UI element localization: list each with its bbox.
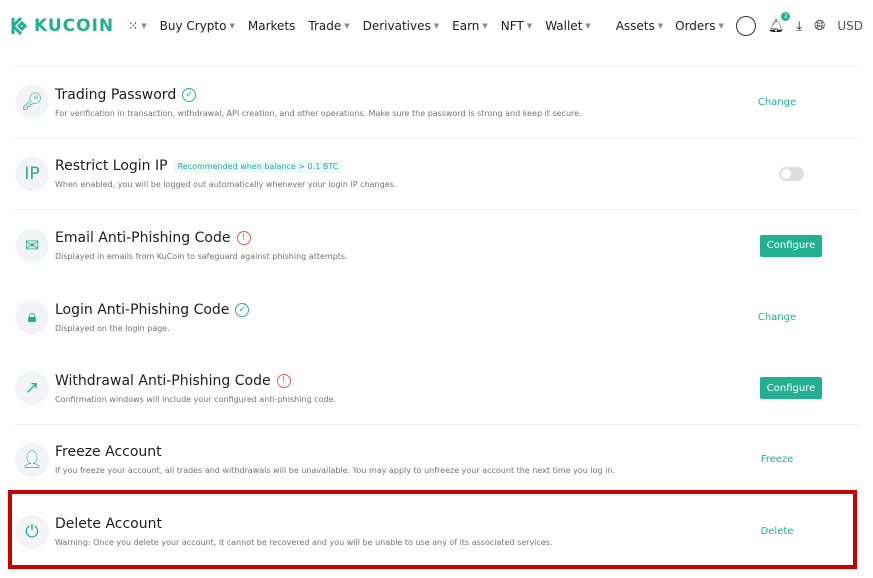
language-button[interactable]: 🌐︎ xyxy=(814,18,825,34)
nav-item-label: Earn xyxy=(452,19,480,33)
delete-delete-account-link[interactable]: Delete xyxy=(746,526,808,537)
globe-icon: 🌐︎ xyxy=(814,18,826,34)
avatar[interactable] xyxy=(735,16,756,36)
nav-item-nft[interactable]: NFT ▼ xyxy=(501,19,532,33)
assets-menu[interactable]: Assets ▼ xyxy=(616,19,663,33)
nav-item-buy-crypto[interactable]: Buy Crypto ▼ xyxy=(160,19,235,33)
check-circle-icon: ✓ xyxy=(182,87,197,102)
caret-down-icon: ▼ xyxy=(718,22,724,30)
caret-down-icon: ▼ xyxy=(657,22,664,30)
check-circle-icon: ✓ xyxy=(235,302,250,317)
recommendation-tag: Recommended when balance > 0.1 BTC xyxy=(173,159,343,173)
nav-item-label: Derivatives xyxy=(362,19,431,33)
row-freeze-account: 👤︎ Freeze Account If you freeze your acc… xyxy=(15,425,859,496)
row-withdrawal-anti-phishing-code: ↗ Withdrawal Anti-Phishing Code! Confirm… xyxy=(15,353,859,425)
configure-withdrawal-anti-phishing-code-button[interactable]: Configure xyxy=(760,377,822,400)
top-nav: KUCOIN ⁙ ▼ Buy Crypto ▼ Markets Trade ▼ Deriva… xyxy=(0,0,873,52)
row-description: When enabled, you will be logged out aut… xyxy=(55,180,397,190)
bell-icon: 🔔︎ xyxy=(767,18,785,34)
assets-label: Assets xyxy=(615,19,655,33)
row-title: Restrict Login IP xyxy=(55,158,168,175)
row-trading-password: 🔑︎ Trading Password ✓ For verification in… xyxy=(15,67,859,139)
kucoin-logo-icon xyxy=(11,16,28,36)
row-delete-account: ⏻ Delete Account Warning: Once you delet… xyxy=(15,496,859,568)
nav-item-label: Trade xyxy=(308,19,342,33)
row-title: Freeze Account xyxy=(55,444,162,461)
caret-down-icon: ▼ xyxy=(482,22,488,30)
currency-selector[interactable]: USD xyxy=(837,19,863,33)
withdraw-shield-icon: ↗ xyxy=(15,371,49,406)
notification-badge: 2 xyxy=(781,11,791,21)
row-restrict-login-ip: IP Restrict Login IP Recommended when bal… xyxy=(15,139,859,210)
warning-circle-icon: ! xyxy=(236,231,251,246)
download-icon: ⤓ xyxy=(796,18,803,34)
power-icon: ⏻ xyxy=(15,514,49,549)
row-login-anti-phishing-code: 🔒︎ Login Anti-Phishing Code ✓ Displayed o… xyxy=(15,282,859,354)
row-description: Warning: Once you delete your account, i… xyxy=(55,538,553,548)
orders-menu[interactable]: Orders ▼ xyxy=(675,19,724,33)
row-title: Trading Password xyxy=(55,86,177,103)
nav-item-label: Wallet xyxy=(545,19,583,33)
security-settings-list: 🔑︎ Trading Password ✓ For verification in… xyxy=(15,66,859,568)
row-title: Email Anti-Phishing Code xyxy=(55,230,231,247)
ip-text: IP xyxy=(24,163,40,184)
download-button[interactable]: ⤓ xyxy=(796,19,802,34)
row-title: Login Anti-Phishing Code xyxy=(55,301,230,318)
caret-down-icon: ▼ xyxy=(229,22,235,30)
row-description: If you freeze your account, all trades a… xyxy=(55,466,615,476)
logo-text: KUCOIN xyxy=(34,16,115,36)
row-description: Confirmation windows will include your c… xyxy=(55,394,336,404)
kucoin-logo[interactable]: KUCOIN xyxy=(10,16,114,36)
key-icon: 🔑︎ xyxy=(15,85,49,120)
nav-item-trade[interactable]: Trade ▼ xyxy=(308,19,349,33)
caret-down-icon: ▼ xyxy=(526,22,533,30)
row-email-anti-phishing-code: ✉ Email Anti-Phishing Code! Displayed in… xyxy=(15,210,859,282)
ip-icon: IP xyxy=(15,156,49,191)
caret-down-icon: ▼ xyxy=(344,22,350,30)
row-title: Delete Account xyxy=(55,516,162,533)
row-description: Displayed in emails from KuCoin to safeg… xyxy=(55,252,348,262)
row-description: Displayed on the login page. xyxy=(55,323,170,333)
caret-down-icon: ▼ xyxy=(141,22,147,30)
nav-item-markets[interactable]: Markets xyxy=(248,19,296,33)
nav-item-label: Buy Crypto xyxy=(159,19,227,33)
nav-item-wallet[interactable]: Wallet ▼ xyxy=(545,19,591,33)
caret-down-icon: ▼ xyxy=(433,22,440,30)
grid-icon: ⁙ xyxy=(128,19,139,33)
notifications-button[interactable]: 🔔︎ 2 xyxy=(767,11,791,34)
apps-menu-button[interactable]: ⁙ ▼ xyxy=(128,19,146,33)
lock-shield-icon: 🔒︎ xyxy=(15,300,49,335)
restrict-ip-toggle[interactable] xyxy=(779,166,804,181)
nav-item-earn[interactable]: Earn ▼ xyxy=(452,19,488,33)
change-login-anti-phishing-code-link[interactable]: Change xyxy=(746,312,808,323)
row-description: For verification in transaction, withdra… xyxy=(55,108,582,118)
orders-label: Orders xyxy=(675,19,716,33)
warning-circle-icon: ! xyxy=(276,373,291,388)
caret-down-icon: ▼ xyxy=(585,22,591,30)
nav-item-label: Markets xyxy=(247,19,296,33)
nav-item-derivatives[interactable]: Derivatives ▼ xyxy=(363,19,440,33)
configure-email-anti-phishing-code-button[interactable]: Configure xyxy=(760,234,822,257)
freeze-freeze-account-link[interactable]: Freeze xyxy=(746,454,808,465)
row-title: Withdrawal Anti-Phishing Code xyxy=(55,372,271,389)
change-trading-password-link[interactable]: Change xyxy=(746,97,808,108)
email-shield-icon: ✉ xyxy=(15,228,49,263)
user-freeze-icon: 👤︎ xyxy=(15,442,49,477)
nav-item-label: NFT xyxy=(500,19,524,33)
